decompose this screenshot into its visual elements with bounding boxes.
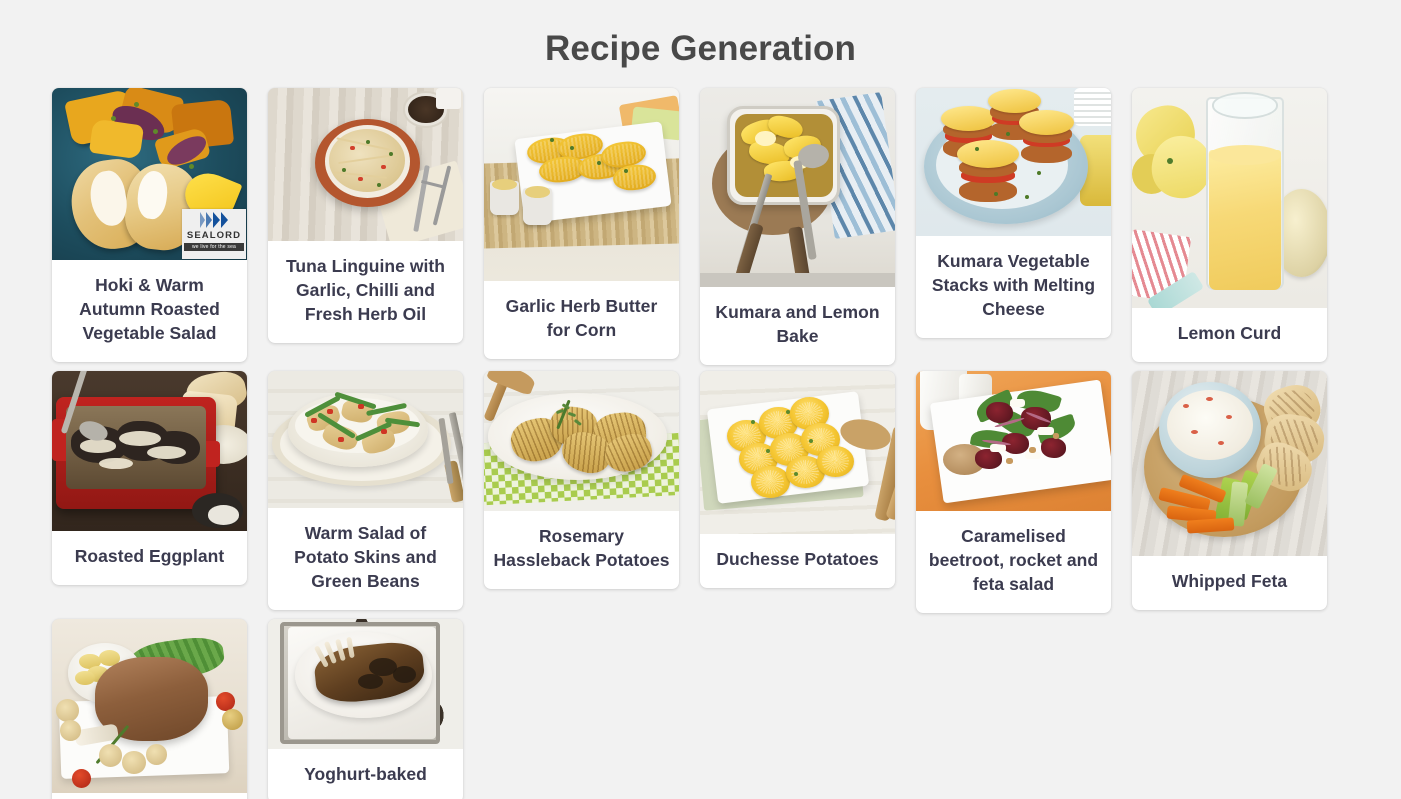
recipe-card[interactable]: Warm Salad of Potato Skins and Green Bea… — [268, 371, 463, 610]
recipe-title: Kumara Vegetable Stacks with Melting Che… — [931, 251, 1096, 319]
recipe-image — [916, 371, 1111, 511]
recipe-image — [52, 371, 247, 531]
recipe-card[interactable]: Garlic Herb Butter for Corn — [484, 88, 679, 359]
recipe-card[interactable]: Lemon Curd — [1132, 88, 1327, 362]
recipe-image — [52, 619, 247, 793]
recipe-image — [268, 88, 463, 241]
recipe-title: Rosemary Hassleback Potatoes — [493, 526, 670, 570]
recipe-card[interactable]: Roasted Eggplant — [52, 371, 247, 585]
recipe-image — [484, 88, 679, 281]
sealord-brand-text: SEALORD — [186, 230, 242, 241]
recipe-title — [52, 793, 247, 799]
recipe-image: SEALORD we live for the sea — [52, 88, 247, 260]
recipe-image — [700, 88, 895, 287]
recipe-image — [1132, 88, 1327, 308]
recipe-card[interactable]: Whipped Feta — [1132, 371, 1327, 610]
recipe-card[interactable]: Caramelised beetroot, rocket and feta sa… — [916, 371, 1111, 613]
recipe-title: Whipped Feta — [1171, 571, 1288, 591]
recipe-title: Hoki & Warm Autumn Roasted Vegetable Sal… — [79, 275, 220, 343]
sealord-chevron-icon — [200, 212, 228, 228]
recipe-title: Garlic Herb Butter for Corn — [505, 296, 658, 340]
recipe-image — [1132, 371, 1327, 556]
recipe-card-grid: SEALORD we live for the sea Hoki & Warm … — [0, 71, 1401, 799]
recipe-image — [700, 371, 895, 534]
recipe-title: Caramelised beetroot, rocket and feta sa… — [928, 526, 1099, 594]
recipe-card[interactable]: Yoghurt-baked — [268, 619, 463, 799]
recipe-title: Roasted Eggplant — [74, 546, 225, 566]
recipe-title: Warm Salad of Potato Skins and Green Bea… — [294, 523, 437, 591]
recipe-title: Duchesse Potatoes — [716, 549, 879, 569]
recipe-title: Yoghurt-baked — [304, 764, 427, 784]
sealord-watermark: SEALORD we live for the sea — [182, 209, 246, 259]
recipe-image — [268, 619, 463, 749]
recipe-card[interactable]: Kumara Vegetable Stacks with Melting Che… — [916, 88, 1111, 338]
recipe-title: Tuna Linguine with Garlic, Chilli and Fr… — [285, 256, 446, 324]
page-title: Recipe Generation — [545, 29, 856, 68]
recipe-title: Lemon Curd — [1177, 323, 1282, 343]
recipe-card[interactable]: Tuna Linguine with Garlic, Chilli and Fr… — [268, 88, 463, 343]
recipe-card[interactable]: Rosemary Hassleback Potatoes — [484, 371, 679, 589]
recipe-image — [484, 371, 679, 511]
recipe-generation-page: Recipe Generation SEALORD we live for th… — [0, 0, 1401, 799]
recipe-card[interactable] — [52, 619, 247, 799]
recipe-image — [916, 88, 1111, 236]
sealord-tagline: we live for the sea — [184, 243, 244, 251]
recipe-card[interactable]: SEALORD we live for the sea Hoki & Warm … — [52, 88, 247, 362]
recipe-card[interactable]: Kumara and Lemon Bake — [700, 88, 895, 365]
recipe-image — [268, 371, 463, 508]
recipe-card[interactable]: Duchesse Potatoes — [700, 371, 895, 588]
recipe-title: Kumara and Lemon Bake — [715, 302, 880, 346]
